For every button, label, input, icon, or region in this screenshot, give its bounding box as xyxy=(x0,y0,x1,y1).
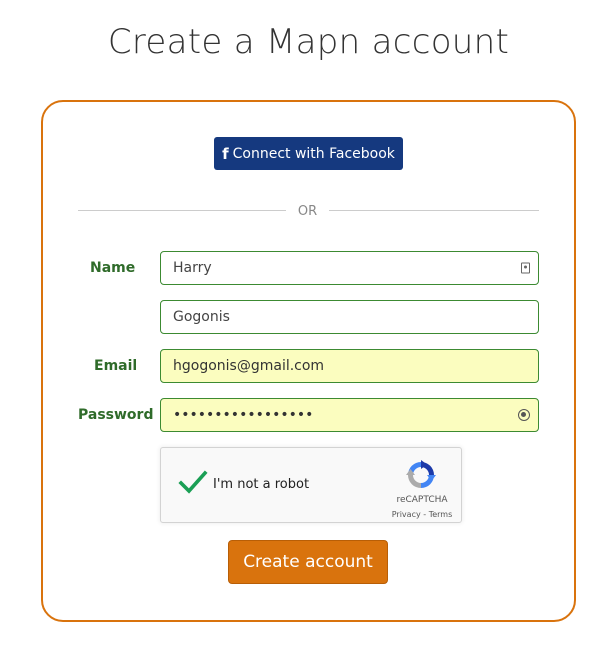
contact-card-icon[interactable] xyxy=(521,262,530,274)
name-label: Name xyxy=(90,260,136,276)
first-name-value: Harry xyxy=(173,260,212,276)
recaptcha-brand: reCAPTCHA xyxy=(396,495,448,505)
recaptcha-link-separator: - xyxy=(420,510,429,519)
facebook-f-icon: f xyxy=(222,144,229,163)
divider-right-line xyxy=(329,210,539,211)
email-input[interactable]: hgogonis@gmail.com xyxy=(160,349,539,383)
first-name-input[interactable]: Harry xyxy=(160,251,539,285)
last-name-value: Gogonis xyxy=(173,309,230,325)
divider-or: OR xyxy=(297,204,318,219)
recaptcha-checkmark-icon[interactable] xyxy=(177,466,209,498)
last-name-input[interactable]: Gogonis xyxy=(160,300,539,334)
password-label: Password xyxy=(78,407,154,423)
recaptcha-logo-icon xyxy=(406,460,436,488)
recaptcha-widget: I'm not a robot reCAPTCHA Privacy - Term… xyxy=(160,447,462,523)
divider-left-line xyxy=(78,210,286,211)
create-account-button[interactable]: Create account xyxy=(228,540,388,584)
connect-facebook-label: Connect with Facebook xyxy=(232,145,395,162)
email-value: hgogonis@gmail.com xyxy=(173,358,325,374)
password-value: ••••••••••••••••• xyxy=(173,407,314,423)
page-title: Create a Mapn account xyxy=(107,22,510,62)
signup-page: Create a Mapn account f Connect with Fac… xyxy=(0,0,609,655)
email-label: Email xyxy=(94,358,138,374)
recaptcha-label: I'm not a robot xyxy=(213,477,310,492)
connect-facebook-button[interactable]: f Connect with Facebook xyxy=(214,137,403,170)
password-input[interactable]: ••••••••••••••••• xyxy=(160,398,539,432)
recaptcha-privacy-link[interactable]: Privacy xyxy=(392,510,421,519)
recaptcha-links: Privacy - Terms xyxy=(387,510,457,519)
password-manager-key-icon[interactable] xyxy=(518,409,530,421)
recaptcha-terms-link[interactable]: Terms xyxy=(429,510,453,519)
